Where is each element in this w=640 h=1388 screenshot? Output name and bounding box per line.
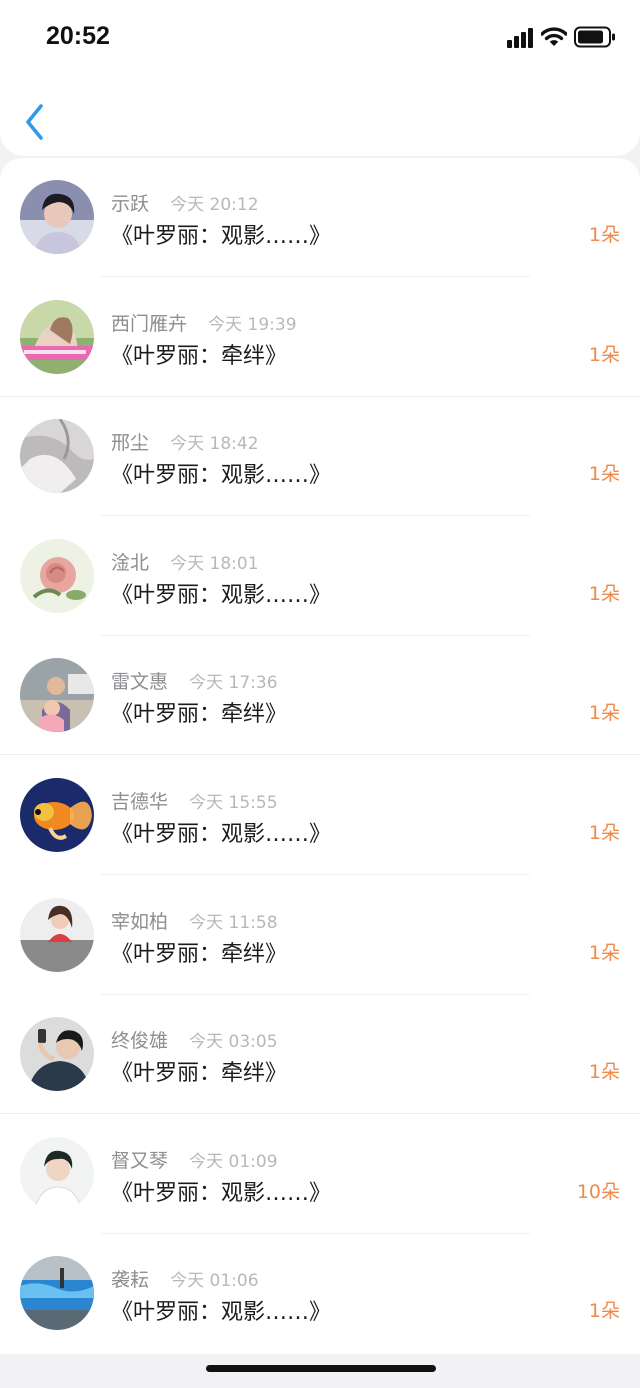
avatar[interactable] — [20, 180, 94, 254]
cellular-signal-icon — [507, 28, 533, 48]
avatar[interactable] — [20, 777, 94, 852]
gift-list-item[interactable]: 邢尘 今天 18:42 《叶罗丽：观影……》 1朵 — [0, 397, 640, 517]
battery-icon — [574, 26, 615, 48]
item-meta: 示跃 今天 20:12 — [111, 189, 259, 215]
sent-time: 今天 19:39 — [208, 314, 297, 335]
avatar[interactable] — [20, 1256, 94, 1331]
item-meta: 督又琴 今天 01:09 — [111, 1146, 278, 1172]
gift-list-item[interactable]: 示跃 今天 20:12 《叶罗丽：观影……》 1朵 — [0, 158, 640, 278]
avatar[interactable] — [20, 1136, 94, 1211]
flower-count: 1朵 — [588, 343, 620, 366]
back-button[interactable] — [20, 100, 54, 144]
item-meta: 淦北 今天 18:01 — [111, 548, 259, 574]
chevron-left-icon — [26, 104, 43, 140]
gift-title: 《叶罗丽：牵绊》 — [111, 941, 288, 967]
item-meta: 终俊雄 今天 03:05 — [111, 1026, 278, 1052]
gift-title: 《叶罗丽：观影……》 — [111, 821, 332, 847]
sent-time: 今天 01:09 — [189, 1151, 278, 1172]
sent-time: 今天 20:12 — [170, 195, 259, 215]
gift-title: 《叶罗丽：观影……》 — [111, 1180, 332, 1206]
sender-name: 袭耘 — [111, 1269, 150, 1292]
gift-title: 《叶罗丽：观影……》 — [111, 224, 332, 249]
sent-time: 今天 03:05 — [189, 1032, 278, 1053]
sent-time: 今天 01:06 — [170, 1271, 259, 1292]
item-meta: 宰如柏 今天 11:58 — [111, 907, 278, 933]
sent-time: 今天 18:01 — [170, 553, 259, 574]
gift-list-item[interactable]: 终俊雄 今天 03:05 《叶罗丽：牵绊》 1朵 — [0, 995, 640, 1115]
flower-count: 1朵 — [588, 941, 620, 964]
gift-list: 示跃 今天 20:12 《叶罗丽：观影……》 1朵 西门雁卉 今天 19:39 … — [0, 158, 640, 1354]
status-time: 20:52 — [46, 22, 110, 50]
item-meta: 西门雁卉 今天 19:39 — [111, 309, 297, 335]
flower-count: 1朵 — [588, 1300, 620, 1323]
flower-count: 1朵 — [588, 821, 620, 844]
item-meta: 吉德华 今天 15:55 — [111, 787, 278, 813]
sender-name: 西门雁卉 — [111, 312, 188, 335]
sender-name: 吉德华 — [111, 790, 169, 813]
gift-list-item[interactable]: 宰如柏 今天 11:58 《叶罗丽：牵绊》 1朵 — [0, 876, 640, 996]
flower-count: 1朵 — [588, 1061, 620, 1084]
sender-name: 终俊雄 — [111, 1030, 169, 1053]
gift-title: 《叶罗丽：观影……》 — [111, 582, 332, 608]
sender-name: 督又琴 — [111, 1149, 169, 1172]
flower-count: 1朵 — [588, 582, 620, 605]
item-meta: 袭耘 今天 01:06 — [111, 1265, 259, 1291]
sent-time: 今天 15:55 — [189, 792, 278, 813]
item-meta: 雷文惠 今天 17:36 — [111, 667, 278, 693]
sender-name: 宰如柏 — [111, 910, 169, 933]
avatar[interactable] — [20, 299, 94, 374]
home-indicator[interactable] — [206, 1365, 436, 1372]
sender-name: 邢尘 — [111, 432, 150, 455]
gift-title: 《叶罗丽：观影……》 — [111, 1300, 332, 1326]
gift-list-item[interactable]: 袭耘 今天 01:06 《叶罗丽：观影……》 1朵 — [0, 1234, 640, 1354]
sent-time: 今天 17:36 — [189, 673, 278, 694]
sent-time: 今天 18:42 — [170, 434, 259, 455]
flower-count: 1朵 — [588, 702, 620, 725]
gift-title: 《叶罗丽：牵绊》 — [111, 702, 288, 728]
flower-count: 1朵 — [588, 463, 620, 486]
screen: 20:52 示跃 今天 20:12 《叶罗丽：观影……》 1朵 西门雁卉 今天 … — [0, 0, 640, 1388]
wifi-icon — [541, 27, 567, 46]
header: 20:52 — [0, 0, 640, 156]
avatar[interactable] — [20, 658, 94, 733]
gift-title: 《叶罗丽：牵绊》 — [111, 1061, 288, 1087]
item-meta: 邢尘 今天 18:42 — [111, 428, 259, 454]
gift-list-item[interactable]: 西门雁卉 今天 19:39 《叶罗丽：牵绊》 1朵 — [0, 278, 640, 398]
flower-count: 10朵 — [576, 1180, 620, 1203]
gift-list-item[interactable]: 雷文惠 今天 17:36 《叶罗丽：牵绊》 1朵 — [0, 636, 640, 756]
sender-name: 雷文惠 — [111, 671, 169, 694]
sender-name: 淦北 — [111, 551, 150, 574]
avatar[interactable] — [20, 897, 94, 972]
gift-list-item[interactable]: 督又琴 今天 01:09 《叶罗丽：观影……》 10朵 — [0, 1115, 640, 1235]
gift-title: 《叶罗丽：观影……》 — [111, 463, 332, 489]
flower-count: 1朵 — [588, 224, 620, 246]
status-bar: 20:52 — [0, 0, 640, 78]
avatar[interactable] — [20, 419, 94, 494]
avatar[interactable] — [20, 538, 94, 613]
sent-time: 今天 11:58 — [189, 912, 278, 933]
gift-list-item[interactable]: 吉德华 今天 15:55 《叶罗丽：观影……》 1朵 — [0, 756, 640, 876]
sender-name: 示跃 — [111, 193, 150, 215]
avatar[interactable] — [20, 1017, 94, 1092]
gift-list-item[interactable]: 淦北 今天 18:01 《叶罗丽：观影……》 1朵 — [0, 517, 640, 637]
gift-title: 《叶罗丽：牵绊》 — [111, 343, 288, 369]
